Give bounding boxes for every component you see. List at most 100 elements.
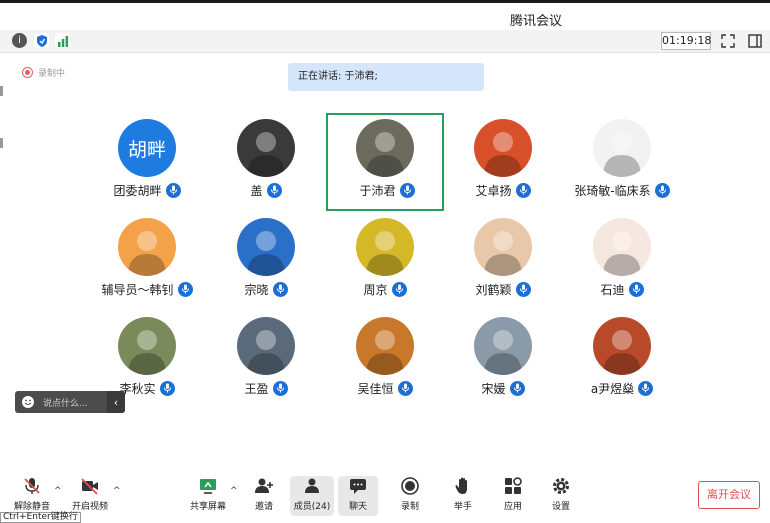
participant-tile[interactable]: 盖 (207, 113, 325, 211)
avatar[interactable] (593, 119, 651, 177)
avatar[interactable]: 胡畔 (118, 119, 176, 177)
unmute-button[interactable]: 解除静音 (12, 476, 52, 516)
mic-icon (509, 380, 525, 396)
avatar[interactable] (356, 218, 414, 276)
mic-icon (515, 281, 531, 297)
window-title: 腾讯会议 (510, 14, 563, 29)
chevron-up-icon[interactable]: ^ (230, 486, 238, 496)
record-button[interactable]: 录制 (390, 476, 430, 516)
hand-icon (455, 477, 467, 494)
avatar-photo-icon (366, 330, 404, 375)
participant-tile[interactable]: 艾卓扬 (444, 113, 562, 211)
mic-muted-icon (24, 478, 40, 494)
tooltip-hint: Ctrl+Enter键换行 (0, 512, 81, 523)
chat-placeholder[interactable]: 说点什么... (43, 396, 88, 409)
avatar[interactable] (593, 317, 651, 375)
participant-tile[interactable]: 于沛君 (326, 113, 444, 211)
info-icon[interactable]: i (12, 33, 27, 48)
apps-button[interactable]: 应用 (493, 476, 533, 516)
participant-tile[interactable]: 宋媛 (444, 311, 562, 409)
avatar[interactable] (237, 218, 295, 276)
participant-tile[interactable]: 刘鹤颖 (444, 212, 562, 310)
participant-name-row: 石迪 (563, 280, 681, 298)
avatar[interactable] (118, 218, 176, 276)
chat-input-box[interactable]: 说点什么... ‹ (15, 391, 125, 413)
start-video-label: 开启视频 (71, 502, 108, 512)
leave-meeting-button[interactable]: 离开会议 (698, 481, 760, 509)
signal-icon[interactable] (55, 33, 70, 48)
chevron-up-icon[interactable]: ^ (113, 486, 121, 496)
avatar[interactable] (237, 317, 295, 375)
avatar-photo-icon (484, 330, 522, 375)
participant-tile[interactable]: 吴佳恒 (326, 311, 444, 409)
participant-name-row: 王盈 (207, 379, 325, 397)
emoji-icon[interactable] (21, 395, 35, 409)
participant-name: 盖 (250, 183, 263, 198)
add-user-icon (255, 478, 273, 493)
share-screen-icon (200, 479, 216, 494)
recording-label: 录制中 (38, 69, 66, 79)
participant-tile[interactable]: 张琦敏-临床系 (563, 113, 681, 211)
layout-icon[interactable] (748, 33, 762, 48)
avatar[interactable] (356, 119, 414, 177)
participant-tile[interactable]: a尹煜燊 (563, 311, 681, 409)
avatar-photo-icon (484, 132, 522, 177)
record-label: 录制 (400, 502, 419, 512)
participant-tile[interactable]: 辅导员～韩钊 (88, 212, 206, 310)
invite-button[interactable]: 邀请 (244, 476, 284, 516)
participant-name: 于沛君 (359, 183, 396, 198)
mic-icon (177, 281, 193, 297)
speaking-banner: 正在讲话: 于沛君; (288, 63, 484, 91)
participant-name: 宋媛 (481, 381, 506, 396)
participant-tile[interactable]: 石迪 (563, 212, 681, 310)
avatar[interactable] (237, 119, 295, 177)
avatar-photo-icon (366, 132, 404, 177)
mic-icon (159, 380, 175, 396)
participant-name-row: 宋媛 (444, 379, 562, 397)
avatar[interactable] (593, 218, 651, 276)
video-off-icon (81, 478, 98, 495)
gear-icon (553, 478, 569, 494)
settings-button[interactable]: 设置 (541, 476, 581, 516)
avatar-photo-icon (484, 231, 522, 276)
participant-name: 周京 (363, 282, 388, 297)
avatar[interactable] (118, 317, 176, 375)
participant-tile[interactable]: 胡畔团委胡畔 (88, 113, 206, 211)
mic-icon (391, 281, 407, 297)
chat-button[interactable]: 聊天 (338, 476, 378, 516)
participant-name-row: 刘鹤颖 (444, 280, 562, 298)
mic-icon (638, 380, 654, 396)
participant-tile[interactable]: 宗晓 (207, 212, 325, 310)
participant-tile[interactable]: 王盈 (207, 311, 325, 409)
chat-label: 聊天 (348, 502, 367, 512)
avatar[interactable] (474, 218, 532, 276)
raise-hand-button[interactable]: 举手 (443, 476, 483, 516)
participant-name: 团委胡畔 (113, 183, 162, 198)
members-button[interactable]: 成员(24) (290, 476, 334, 516)
shield-icon[interactable] (34, 33, 49, 48)
participant-name: 艾卓扬 (475, 183, 512, 198)
collapse-chat-icon[interactable]: ‹ (107, 391, 125, 413)
participant-name-row: 辅导员～韩钊 (88, 280, 206, 298)
avatar[interactable] (356, 317, 414, 375)
participant-tile[interactable]: 周京 (326, 212, 444, 310)
participant-name-row: 宗晓 (207, 280, 325, 298)
participant-name-row: 吴佳恒 (326, 379, 444, 397)
share-screen-button[interactable]: 共享屏幕 (188, 476, 228, 516)
participant-name-row: a尹煜燊 (563, 379, 681, 397)
raise-hand-label: 举手 (453, 502, 472, 512)
meeting-timer: 01:19:18 (661, 32, 711, 50)
start-video-button[interactable]: 开启视频 (70, 476, 110, 516)
avatar[interactable] (474, 119, 532, 177)
participant-name: 刘鹤颖 (475, 282, 512, 297)
title-bar: 腾讯会议 (0, 0, 770, 33)
mic-icon (515, 182, 531, 198)
participant-name-row: 于沛君 (328, 181, 446, 199)
info-bar: i 01:19:18 (0, 30, 770, 53)
fullscreen-icon[interactable] (721, 33, 735, 48)
avatar[interactable] (474, 317, 532, 375)
apps-label: 应用 (503, 502, 522, 512)
chevron-up-icon[interactable]: ^ (54, 486, 62, 496)
recording-indicator[interactable]: 录制中 (22, 66, 65, 79)
members-label: 成员(24) (293, 502, 331, 512)
